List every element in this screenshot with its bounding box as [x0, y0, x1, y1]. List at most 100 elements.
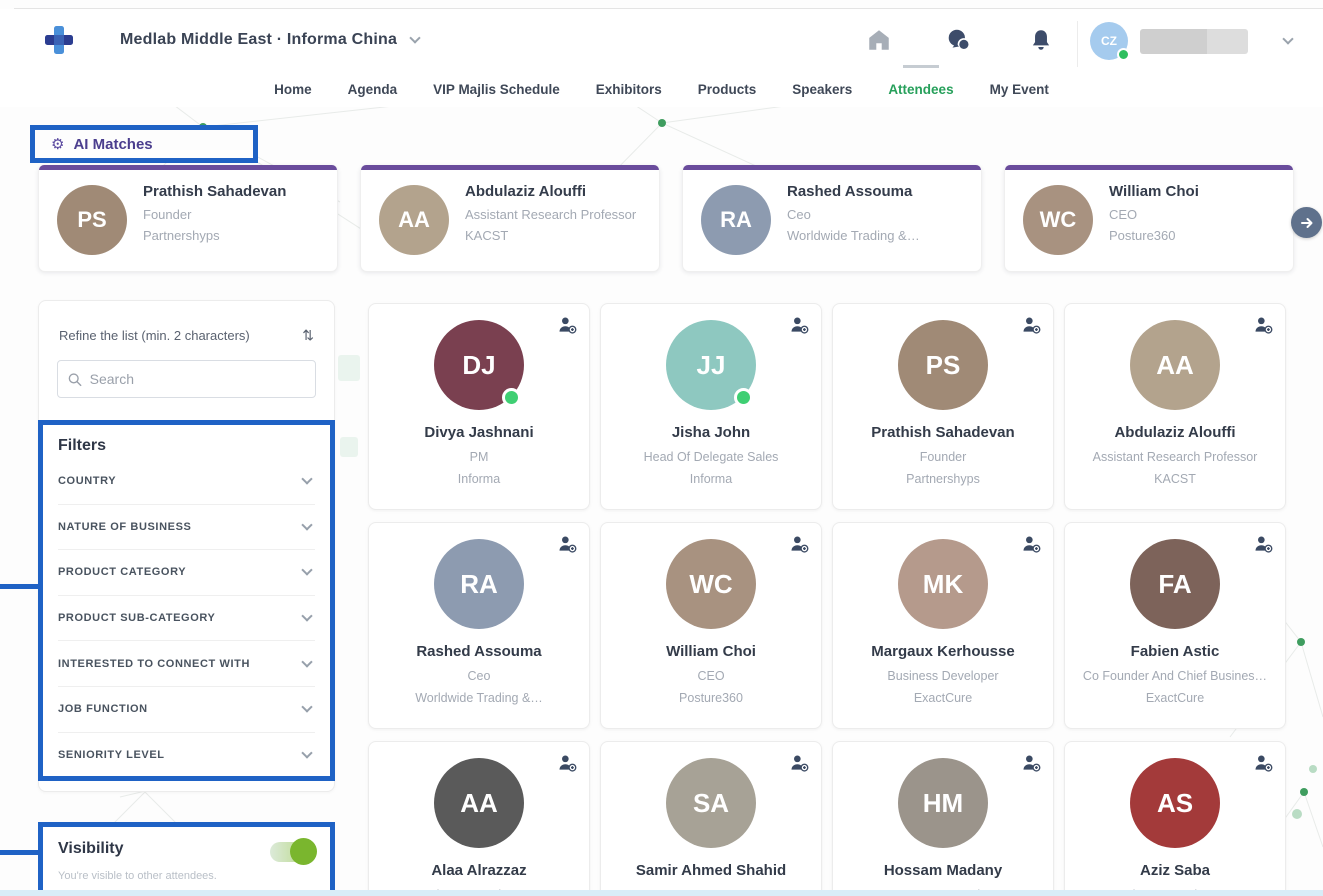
add-person-icon[interactable]	[789, 534, 809, 554]
avatar: AA	[379, 185, 449, 255]
add-person-icon[interactable]	[1021, 315, 1041, 335]
match-company: Posture360	[1109, 228, 1279, 243]
filter-interested-to-connect-with[interactable]: INTERESTED TO CONNECT WITH	[58, 641, 315, 687]
attendee-card[interactable]: AA Abdulaziz Alouffi Assistant Research …	[1064, 303, 1286, 510]
add-person-icon[interactable]	[557, 534, 577, 554]
avatar: WC	[666, 539, 756, 629]
add-person-icon[interactable]	[789, 315, 809, 335]
chevron-down-icon	[301, 702, 312, 713]
search-icon	[68, 372, 82, 387]
event-switcher[interactable]: Medlab Middle East · Informa China	[120, 9, 419, 71]
add-person-icon[interactable]	[789, 753, 809, 773]
event-navbar: Home Agenda VIP Majlis Schedule Exhibito…	[0, 71, 1323, 107]
add-person-icon[interactable]	[557, 315, 577, 335]
user-menu[interactable]: CZ	[1090, 22, 1292, 60]
user-status-dot	[1117, 48, 1130, 61]
attendee-name: Aziz Saba	[1065, 862, 1285, 879]
add-person-icon[interactable]	[557, 753, 577, 773]
search-input[interactable]	[90, 371, 305, 387]
attendee-card[interactable]: AA Alaa Alrazzaz Business Development	[368, 741, 590, 896]
tab-my-event[interactable]: My Event	[990, 82, 1049, 97]
attendee-title: Founder	[833, 450, 1053, 464]
attendee-card[interactable]: RA Rashed Assouma Ceo Worldwide Trading …	[368, 522, 590, 729]
add-person-icon[interactable]	[1021, 753, 1041, 773]
sort-icon[interactable]: ⇅	[302, 327, 314, 344]
arrow-right-icon	[1300, 216, 1314, 230]
attendee-card[interactable]: JJ Jisha John Head Of Delegate Sales Inf…	[600, 303, 822, 510]
attendees-page: Medlab Middle East · Informa China CZ	[0, 0, 1323, 896]
attendee-name: Rashed Assouma	[369, 643, 589, 660]
presence-dot	[502, 388, 521, 407]
tab-attendees[interactable]: Attendees	[888, 82, 953, 97]
filter-seniority-level[interactable]: SENIORITY LEVEL	[58, 733, 315, 779]
attendee-card[interactable]: DJ Divya Jashnani PM Informa	[368, 303, 590, 510]
filters-title: Filters	[58, 437, 315, 455]
visibility-toggle[interactable]	[270, 842, 314, 862]
tab-products[interactable]: Products	[698, 82, 757, 97]
annotation-callout-line	[0, 850, 39, 855]
filter-country[interactable]: COUNTRY	[58, 459, 315, 505]
chat-icon[interactable]	[946, 27, 972, 53]
filter-product-category[interactable]: PRODUCT CATEGORY	[58, 550, 315, 596]
attendee-card[interactable]: PS Prathish Sahadevan Founder Partnershy…	[832, 303, 1054, 510]
attendee-title: Assistant Research Professor	[1065, 450, 1285, 464]
chevron-down-icon	[409, 32, 420, 43]
attendee-card[interactable]: AS Aziz Saba Business Development	[1064, 741, 1286, 896]
refine-label: Refine the list (min. 2 characters)	[59, 328, 250, 343]
add-person-icon[interactable]	[1253, 534, 1273, 554]
attendee-title: CEO	[601, 669, 821, 683]
match-company: Worldwide Trading &…	[787, 228, 967, 243]
add-person-icon[interactable]	[1021, 534, 1041, 554]
filter-job-function[interactable]: JOB FUNCTION	[58, 687, 315, 733]
match-card[interactable]: PS Prathish Sahadevan Founder Partnershy…	[38, 165, 338, 272]
chevron-down-icon	[301, 656, 312, 667]
attendee-name: Margaux Kerhousse	[833, 643, 1053, 660]
match-card[interactable]: WC William Choi CEO Posture360	[1004, 165, 1294, 272]
home-icon[interactable]	[866, 27, 892, 53]
chevron-down-icon	[301, 519, 312, 530]
chevron-down-icon	[301, 565, 312, 576]
match-title: CEO	[1109, 207, 1279, 222]
tab-agenda[interactable]: Agenda	[348, 82, 398, 97]
tab-home[interactable]: Home	[274, 82, 312, 97]
avatar: FA	[1130, 539, 1220, 629]
visibility-panel: Visibility You're visible to other atten…	[38, 822, 335, 896]
attendee-card[interactable]: MK Margaux Kerhousse Business Developer …	[832, 522, 1054, 729]
attendees-grid: DJ Divya Jashnani PM Informa JJ Jisha Jo…	[368, 303, 1286, 896]
attendee-card[interactable]: HM Hossam Madany ODC IDC Consultant	[832, 741, 1054, 896]
ai-matches-button[interactable]: ⚙ AI Matches	[30, 125, 258, 163]
avatar: PS	[57, 185, 127, 255]
attendee-card[interactable]: WC William Choi CEO Posture360	[600, 522, 822, 729]
add-person-icon[interactable]	[1253, 753, 1273, 773]
match-card[interactable]: RA Rashed Assouma Ceo Worldwide Trading …	[682, 165, 982, 272]
tab-speakers[interactable]: Speakers	[792, 82, 852, 97]
attendee-company: Partnershyps	[833, 472, 1053, 486]
tab-exhibitors[interactable]: Exhibitors	[596, 82, 662, 97]
match-name: William Choi	[1109, 183, 1279, 200]
attendee-title: Co Founder And Chief Busines…	[1065, 669, 1285, 683]
attendee-name: William Choi	[601, 643, 821, 660]
match-card[interactable]: AA Abdulaziz Alouffi Assistant Research …	[360, 165, 660, 272]
visibility-subtitle: You're visible to other attendees.	[58, 870, 315, 882]
match-title: Ceo	[787, 207, 967, 222]
filter-product-sub-category[interactable]: PRODUCT SUB-CATEGORY	[58, 596, 315, 642]
tab-vip-majlis-schedule[interactable]: VIP Majlis Schedule	[433, 82, 560, 97]
attendee-company: Informa	[369, 472, 589, 486]
filter-nature-of-business[interactable]: NATURE OF BUSINESS	[58, 505, 315, 551]
add-person-icon[interactable]	[1253, 315, 1273, 335]
header-divider	[1077, 21, 1078, 67]
ai-gear-icon: ⚙	[51, 137, 64, 152]
match-name: Rashed Assouma	[787, 183, 967, 200]
chevron-down-icon	[301, 610, 312, 621]
bell-icon[interactable]	[1028, 27, 1054, 53]
attendee-card[interactable]: SA Samir Ahmed Shahid Partner	[600, 741, 822, 896]
match-title: Assistant Research Professor	[465, 207, 645, 222]
user-name-redacted	[1140, 29, 1248, 54]
match-company: KACST	[465, 228, 645, 243]
attendee-card[interactable]: FA Fabien Astic Co Founder And Chief Bus…	[1064, 522, 1286, 729]
chevron-down-icon	[1282, 33, 1293, 44]
avatar: RA	[434, 539, 524, 629]
chevron-down-icon	[301, 474, 312, 485]
user-avatar: CZ	[1090, 22, 1128, 60]
carousel-next-button[interactable]	[1291, 207, 1322, 238]
